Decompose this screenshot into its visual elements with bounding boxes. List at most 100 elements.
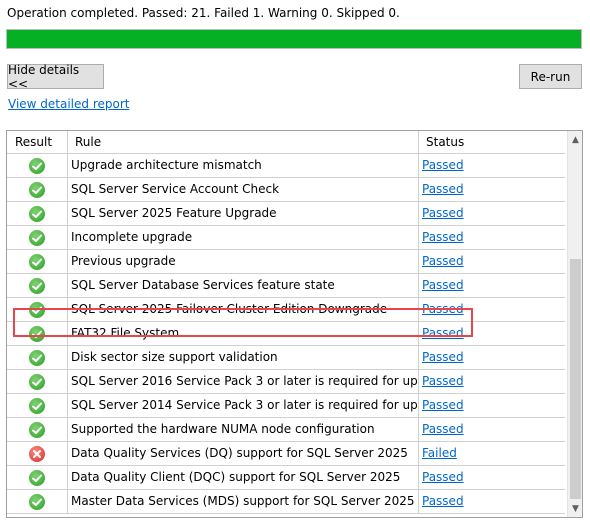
success-icon bbox=[29, 253, 45, 270]
rerun-button[interactable]: Re-run bbox=[519, 64, 582, 89]
success-icon bbox=[29, 469, 45, 486]
column-header-result[interactable]: Result bbox=[7, 131, 68, 153]
success-icon bbox=[29, 373, 45, 390]
status-link[interactable]: Passed bbox=[422, 278, 464, 292]
result-cell bbox=[7, 490, 68, 513]
operation-status-text: Operation completed. Passed: 21. Failed … bbox=[7, 6, 400, 20]
success-icon bbox=[29, 277, 45, 294]
rule-cell: Incomplete upgrade bbox=[68, 226, 419, 249]
table-body: Upgrade architecture mismatch Passed SQL S… bbox=[7, 154, 565, 514]
success-icon bbox=[29, 157, 45, 174]
success-icon bbox=[29, 301, 45, 318]
table-row[interactable]: SQL Server 2014 Service Pack 3 or later … bbox=[7, 394, 565, 418]
column-header-rule[interactable]: Rule bbox=[68, 131, 419, 153]
scroll-up-arrow-icon[interactable]: ▲ bbox=[568, 131, 582, 148]
scrollbar-thumb[interactable] bbox=[570, 259, 581, 499]
rule-cell: SQL Server 2025 Failover Cluster Edition… bbox=[68, 298, 419, 321]
table-row[interactable]: Upgrade architecture mismatch Passed bbox=[7, 154, 565, 178]
result-cell bbox=[7, 442, 68, 465]
status-link[interactable]: Passed bbox=[422, 398, 464, 412]
rule-cell: Disk sector size support validation bbox=[68, 346, 419, 369]
status-cell: Passed bbox=[419, 418, 565, 441]
result-cell bbox=[7, 466, 68, 489]
status-link[interactable]: Passed bbox=[422, 470, 464, 484]
rule-cell: SQL Server 2016 Service Pack 3 or later … bbox=[68, 370, 419, 393]
rule-cell: SQL Server Database Services feature sta… bbox=[68, 274, 419, 297]
progress-bar-fill bbox=[7, 30, 581, 48]
status-cell: Passed bbox=[419, 370, 565, 393]
status-link[interactable]: Failed bbox=[422, 446, 457, 460]
rule-cell: SQL Server Service Account Check bbox=[68, 178, 419, 201]
result-cell bbox=[7, 226, 68, 249]
rules-table: Result Rule Status Upgrade architecture … bbox=[6, 130, 583, 518]
status-link[interactable]: Passed bbox=[422, 422, 464, 436]
status-cell: Passed bbox=[419, 298, 565, 321]
table-row[interactable]: SQL Server Database Services feature sta… bbox=[7, 274, 565, 298]
table-row[interactable]: Disk sector size support validation Passe… bbox=[7, 346, 565, 370]
table-row[interactable]: SQL Server Service Account Check Passed bbox=[7, 178, 565, 202]
success-icon bbox=[29, 229, 45, 246]
status-link[interactable]: Passed bbox=[422, 230, 464, 244]
result-cell bbox=[7, 154, 68, 177]
status-link[interactable]: Passed bbox=[422, 494, 464, 508]
rule-cell: SQL Server 2025 Feature Upgrade bbox=[68, 202, 419, 225]
status-link[interactable]: Passed bbox=[422, 254, 464, 268]
result-cell bbox=[7, 346, 68, 369]
table-row[interactable]: SQL Server 2025 Failover Cluster Edition… bbox=[7, 298, 565, 322]
status-link[interactable]: Passed bbox=[422, 182, 464, 196]
success-icon bbox=[29, 349, 45, 366]
status-link[interactable]: Passed bbox=[422, 206, 464, 220]
rule-cell: Data Quality Client (DQC) support for SQ… bbox=[68, 466, 419, 489]
success-icon bbox=[29, 181, 45, 198]
scroll-down-arrow-icon[interactable]: ▼ bbox=[568, 500, 582, 517]
result-cell bbox=[7, 202, 68, 225]
success-icon bbox=[29, 493, 45, 510]
rule-cell: Upgrade architecture mismatch bbox=[68, 154, 419, 177]
table-row[interactable]: Supported the hardware NUMA node configu… bbox=[7, 418, 565, 442]
table-row[interactable]: Master Data Services (MDS) support for S… bbox=[7, 490, 565, 514]
hide-details-button[interactable]: Hide details << bbox=[7, 63, 104, 91]
result-cell bbox=[7, 418, 68, 441]
progress-bar bbox=[6, 29, 582, 49]
status-cell: Passed bbox=[419, 394, 565, 417]
vertical-scrollbar[interactable]: ▲ ▼ bbox=[567, 131, 582, 517]
view-detailed-report-link[interactable]: View detailed report bbox=[8, 97, 129, 111]
result-cell bbox=[7, 178, 68, 201]
rule-cell: Supported the hardware NUMA node configu… bbox=[68, 418, 419, 441]
status-link[interactable]: Passed bbox=[422, 302, 464, 316]
status-link[interactable]: Passed bbox=[422, 350, 464, 364]
status-cell: Passed bbox=[419, 250, 565, 273]
status-cell: Passed bbox=[419, 346, 565, 369]
table-row[interactable]: SQL Server 2025 Feature Upgrade Passed bbox=[7, 202, 565, 226]
table-row[interactable]: Previous upgrade Passed bbox=[7, 250, 565, 274]
status-cell: Passed bbox=[419, 490, 565, 513]
status-cell: Passed bbox=[419, 466, 565, 489]
status-cell: Passed bbox=[419, 202, 565, 225]
status-cell: Passed bbox=[419, 226, 565, 249]
rule-cell: Data Quality Services (DQ) support for S… bbox=[68, 442, 419, 465]
success-icon bbox=[29, 325, 45, 342]
result-cell bbox=[7, 250, 68, 273]
table-row[interactable]: Incomplete upgrade Passed bbox=[7, 226, 565, 250]
result-cell bbox=[7, 274, 68, 297]
table-row[interactable]: SQL Server 2016 Service Pack 3 or later … bbox=[7, 370, 565, 394]
success-icon bbox=[29, 397, 45, 414]
rule-cell: Previous upgrade bbox=[68, 250, 419, 273]
result-cell bbox=[7, 394, 68, 417]
status-cell: Passed bbox=[419, 154, 565, 177]
error-icon bbox=[29, 445, 45, 462]
table-row[interactable]: FAT32 File System Passed bbox=[7, 322, 565, 346]
rule-cell: Master Data Services (MDS) support for S… bbox=[68, 490, 419, 513]
rule-cell: SQL Server 2014 Service Pack 3 or later … bbox=[68, 394, 419, 417]
status-link[interactable]: Passed bbox=[422, 158, 464, 172]
table-row[interactable]: Data Quality Client (DQC) support for SQ… bbox=[7, 466, 565, 490]
status-cell: Passed bbox=[419, 178, 565, 201]
result-cell bbox=[7, 322, 68, 345]
result-cell bbox=[7, 298, 68, 321]
table-row[interactable]: Data Quality Services (DQ) support for S… bbox=[7, 442, 565, 466]
status-cell: Passed bbox=[419, 322, 565, 345]
rule-cell: FAT32 File System bbox=[68, 322, 419, 345]
column-header-status[interactable]: Status bbox=[419, 131, 565, 153]
status-link[interactable]: Passed bbox=[422, 326, 464, 340]
status-link[interactable]: Passed bbox=[422, 374, 464, 388]
